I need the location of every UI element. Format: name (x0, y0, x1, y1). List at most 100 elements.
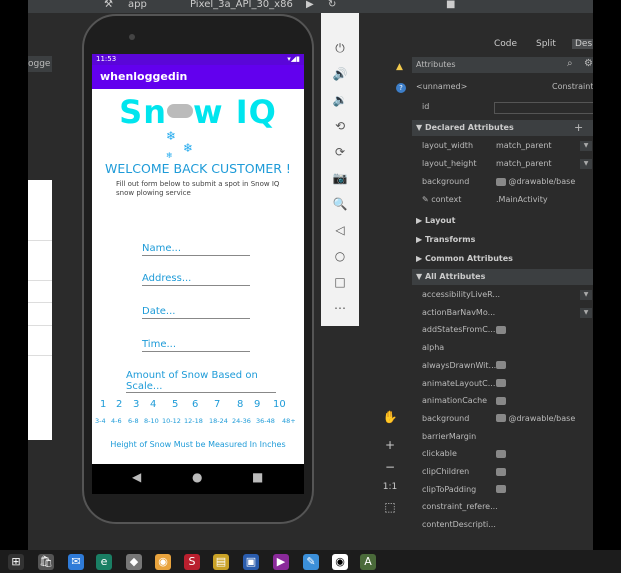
attr-row[interactable]: addStatesFromC... (412, 322, 593, 338)
attr-row[interactable]: alpha (412, 340, 593, 356)
name-field[interactable]: Name... (142, 243, 250, 256)
left-preview-label: ogge (28, 59, 51, 69)
scale-number: 6 (192, 399, 199, 410)
attributes-header: Attributes ⌕ ⚙ − (412, 57, 593, 73)
nav-bar: ◀ ● ■ (92, 464, 304, 494)
stop-icon[interactable]: ■ (446, 0, 455, 10)
ide-icon[interactable]: ▣ (243, 554, 259, 570)
attr-row[interactable]: alwaysDrawnWit... (412, 358, 593, 374)
attr-row[interactable]: animateLayoutC... (412, 376, 593, 392)
back-icon[interactable]: ◁ (321, 223, 359, 237)
attr-row[interactable]: clipChildren (412, 464, 593, 480)
split-view-button[interactable]: Split (536, 39, 556, 49)
media-icon[interactable]: ▶ (273, 554, 289, 570)
folder-icon[interactable]: ▤ (213, 554, 229, 570)
store-icon[interactable]: 🛍 (38, 554, 54, 570)
common-section[interactable]: ▶ Common Attributes (412, 251, 593, 267)
attr-row[interactable]: animationCache (412, 393, 593, 409)
gear-icon[interactable]: ⚙ (584, 58, 593, 69)
home-icon[interactable]: ○ (321, 249, 359, 263)
id-input[interactable] (494, 102, 593, 114)
help-icon[interactable]: ? (396, 83, 406, 93)
attr-row-layout-height[interactable]: layout_height match_parent ▼ (412, 156, 593, 172)
all-section[interactable]: ▼ All Attributes (412, 269, 593, 285)
welcome-heading: WELCOME BACK CUSTOMER ! (105, 161, 291, 176)
address-field[interactable]: Address... (142, 273, 250, 286)
search-icon[interactable]: ⌕ (567, 58, 573, 69)
attr-row[interactable]: accessibilityLiveR... ▼ (412, 287, 593, 303)
app-title: whenloggedin (92, 65, 304, 89)
logo: Sn w IQ (119, 93, 277, 131)
attr-row[interactable]: clipToPadding (412, 482, 593, 498)
zoom-ratio[interactable]: 1:1 (379, 482, 401, 492)
dropdown-icon[interactable]: ▼ (580, 141, 592, 151)
attr-row-context[interactable]: ✎ context .MainActivity (412, 192, 593, 208)
scale-range: 10-12 (162, 417, 181, 425)
home-nav-icon[interactable]: ● (192, 470, 202, 484)
attr-row-layout-width[interactable]: layout_width match_parent ▼ (412, 138, 593, 154)
attr-row[interactable]: constraint_refere... (412, 499, 593, 515)
camera-icon[interactable]: 📷 (321, 171, 359, 185)
volume-down-icon[interactable]: 🔉 (321, 93, 359, 107)
task-view-icon[interactable]: ⊞ (8, 554, 24, 570)
more-icon[interactable]: ⋯ (321, 301, 359, 315)
rotate-left-icon[interactable]: ⟲ (321, 119, 359, 133)
pen-icon[interactable]: ✎ (303, 554, 319, 570)
device-select[interactable]: Pixel_3a_API_30_x86 (190, 0, 293, 10)
hammer-icon[interactable]: ⚒ (104, 0, 113, 10)
toolbar: ⚒ app Pixel_3a_API_30_x86 ▶ ↻ ■ (28, 0, 593, 13)
scale-number: 8 (237, 399, 244, 410)
attr-row[interactable]: barrierMargin (412, 429, 593, 445)
edge-icon[interactable]: e (96, 554, 112, 570)
debug-icon[interactable]: ↻ (328, 0, 336, 10)
app-icon[interactable]: ◆ (126, 554, 142, 570)
scale-range: 3-4 (95, 417, 106, 425)
zoom-icon[interactable]: 🔍 (321, 197, 359, 211)
warning-icon[interactable]: ▲ (396, 62, 403, 72)
scale-range: 36-48 (256, 417, 275, 425)
snowflakes: ❄ ❄ ❄ (92, 129, 304, 160)
dropdown-icon[interactable]: ▼ (580, 159, 592, 169)
camera-icon (129, 34, 135, 40)
scale-range: 48+ (282, 417, 296, 425)
code-view-button[interactable]: Code (494, 39, 517, 49)
s-app-icon[interactable]: S (184, 554, 200, 570)
zoom-out-icon[interactable]: − (379, 460, 401, 474)
declared-section[interactable]: ▼ Declared Attributes + − (412, 120, 593, 136)
time-field[interactable]: Time... (142, 339, 250, 352)
blueprint-preview (28, 180, 52, 440)
record-icon[interactable]: ◉ (332, 554, 348, 570)
snow-amount-select[interactable]: Amount of Snow Based on Scale... (126, 370, 276, 393)
run-config-select[interactable]: app (128, 0, 147, 10)
transforms-section[interactable]: ▶ Transforms (412, 232, 593, 248)
overview-icon[interactable]: □ (321, 275, 359, 289)
rotate-right-icon[interactable]: ⟳ (321, 145, 359, 159)
cloud-icon (167, 104, 193, 118)
subtitle: Fill out form below to submit a spot in … (116, 180, 280, 197)
chrome-icon[interactable]: ◉ (155, 554, 171, 570)
snowflake-icon: ❄ (183, 141, 194, 155)
add-attribute-icon[interactable]: + (574, 120, 583, 136)
layout-section[interactable]: ▶ Layout (412, 213, 593, 229)
scale-range: 4-6 (111, 417, 122, 425)
recents-nav-icon[interactable]: ■ (252, 470, 263, 484)
design-view-button[interactable]: Design (572, 39, 593, 49)
run-icon[interactable]: ▶ (306, 0, 314, 10)
android-studio-icon[interactable]: A (360, 554, 376, 570)
volume-up-icon[interactable]: 🔊 (321, 67, 359, 81)
attr-row[interactable]: actionBarNavMo... ▼ (412, 305, 593, 321)
zoom-in-icon[interactable]: + (379, 438, 401, 452)
attr-row[interactable]: background @drawable/base (412, 411, 593, 427)
attr-row[interactable]: clickable (412, 446, 593, 462)
power-icon[interactable]: ⏻ (321, 41, 359, 56)
pan-icon[interactable]: ✋ (379, 410, 401, 424)
fit-icon[interactable]: ⬚ (379, 500, 401, 514)
attr-row[interactable]: contentDescripti... (412, 517, 593, 533)
snowflake-icon: ❄ (166, 129, 177, 143)
back-nav-icon[interactable]: ◀ (132, 470, 141, 484)
height-note: Height of Snow Must be Measured In Inche… (110, 440, 286, 449)
attr-row-background[interactable]: background @drawable/base (412, 174, 593, 190)
date-field[interactable]: Date... (142, 306, 250, 319)
signal-battery-icon: ▾◢▮ (287, 55, 300, 63)
mail-icon[interactable]: ✉ (68, 554, 84, 570)
